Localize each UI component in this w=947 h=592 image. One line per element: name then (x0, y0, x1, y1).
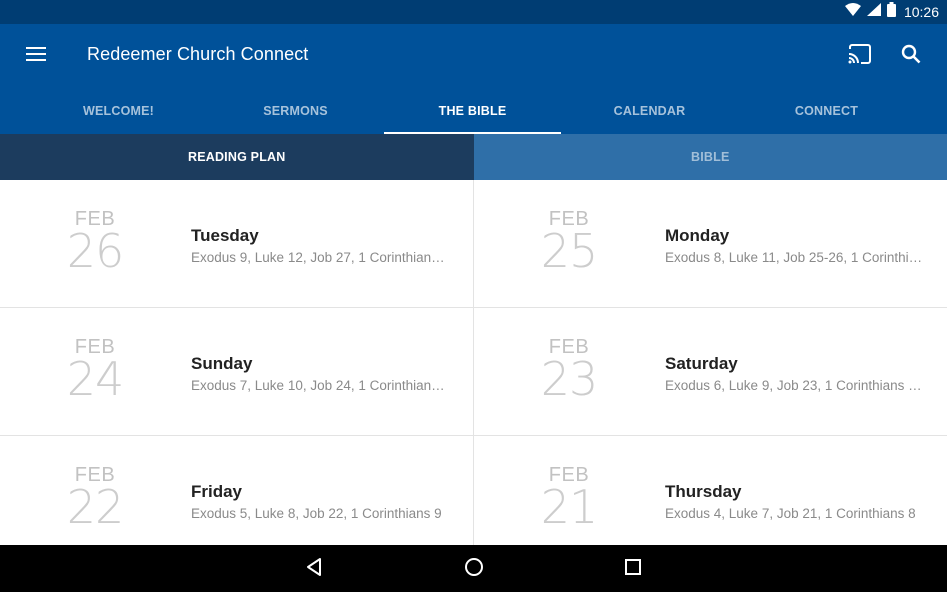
wifi-icon (844, 3, 861, 21)
tab-calendar[interactable]: CALENDAR (561, 88, 738, 134)
passages-label: Exodus 9, Luke 12, Job 27, 1 Corinthians… (191, 250, 449, 265)
main-tabs: WELCOME! SERMONS THE BIBLE CALENDAR CONN… (0, 88, 947, 134)
hamburger-menu-icon (26, 46, 46, 67)
cast-icon (848, 43, 872, 69)
weekday-label: Thursday (665, 482, 742, 501)
tab-sermons[interactable]: SERMONS (207, 88, 384, 134)
home-icon (464, 557, 484, 582)
date-day: 22 (66, 480, 125, 534)
tab-label: THE BIBLE (438, 104, 507, 118)
weekday-label: Friday (191, 482, 243, 501)
date-day: 25 (540, 224, 599, 278)
reading-card[interactable]: FEB 21 Thursday Exodus 4, Luke 7, Job 21… (474, 436, 947, 545)
cast-button[interactable] (842, 38, 878, 74)
tab-welcome[interactable]: WELCOME! (30, 88, 207, 134)
recents-button[interactable] (619, 555, 647, 583)
app-title: Redeemer Church Connect (87, 44, 309, 64)
signal-icon (866, 3, 881, 21)
tab-the-bible[interactable]: THE BIBLE (384, 88, 561, 134)
tab-connect[interactable]: CONNECT (738, 88, 915, 134)
app-bar: Redeemer Church Connect WELCOME! SERMONS… (0, 24, 947, 134)
passages-label: Exodus 4, Luke 7, Job 21, 1 Corinthians … (665, 506, 916, 521)
reading-card[interactable]: FEB 23 Saturday Exodus 6, Luke 9, Job 23… (474, 308, 947, 436)
date-day: 24 (66, 352, 125, 406)
subtab-label: BIBLE (691, 150, 730, 164)
passages-label: Exodus 5, Luke 8, Job 22, 1 Corinthians … (191, 506, 442, 521)
passages-label: Exodus 8, Luke 11, Job 25-26, 1 Corinthi… (665, 250, 923, 265)
tab-label: CALENDAR (613, 104, 686, 118)
weekday-label: Sunday (191, 354, 253, 373)
reading-card[interactable]: FEB 26 Tuesday Exodus 9, Luke 12, Job 27… (0, 180, 474, 308)
menu-button[interactable] (18, 38, 54, 74)
reading-card[interactable]: FEB 25 Monday Exodus 8, Luke 11, Job 25-… (474, 180, 947, 308)
subtab-label: READING PLAN (187, 150, 286, 164)
back-button[interactable] (300, 555, 328, 583)
tab-label: WELCOME! (82, 104, 155, 118)
back-icon (304, 557, 324, 582)
sub-tabs: READING PLAN BIBLE (0, 134, 947, 180)
date-day: 26 (66, 224, 125, 278)
passages-label: Exodus 7, Luke 10, Job 24, 1 Corinthians… (191, 378, 449, 393)
battery-icon (886, 2, 896, 22)
home-button[interactable] (460, 555, 488, 583)
tab-label: CONNECT (794, 104, 859, 118)
date-day: 21 (540, 480, 599, 534)
tab-label: SERMONS (263, 104, 328, 118)
weekday-label: Saturday (665, 354, 738, 373)
date-day: 23 (540, 352, 599, 406)
recents-icon (624, 558, 642, 581)
search-icon (901, 44, 921, 69)
reading-card[interactable]: FEB 24 Sunday Exodus 7, Luke 10, Job 24,… (0, 308, 474, 436)
toolbar: Redeemer Church Connect (0, 24, 947, 88)
status-bar: 10:26 (0, 0, 947, 24)
reading-card[interactable]: FEB 22 Friday Exodus 5, Luke 8, Job 22, … (0, 436, 474, 545)
subtab-reading-plan[interactable]: READING PLAN (0, 134, 474, 180)
system-nav-bar (0, 545, 947, 592)
search-button[interactable] (893, 38, 929, 74)
subtab-bible[interactable]: BIBLE (473, 134, 947, 180)
reading-plan-grid: FEB 26 Tuesday Exodus 9, Luke 12, Job 27… (0, 180, 947, 545)
status-icons (844, 2, 896, 22)
weekday-label: Tuesday (191, 226, 259, 245)
passages-label: Exodus 6, Luke 9, Job 23, 1 Corinthians … (665, 378, 923, 393)
status-time: 10:26 (903, 4, 939, 20)
weekday-label: Monday (665, 226, 730, 245)
